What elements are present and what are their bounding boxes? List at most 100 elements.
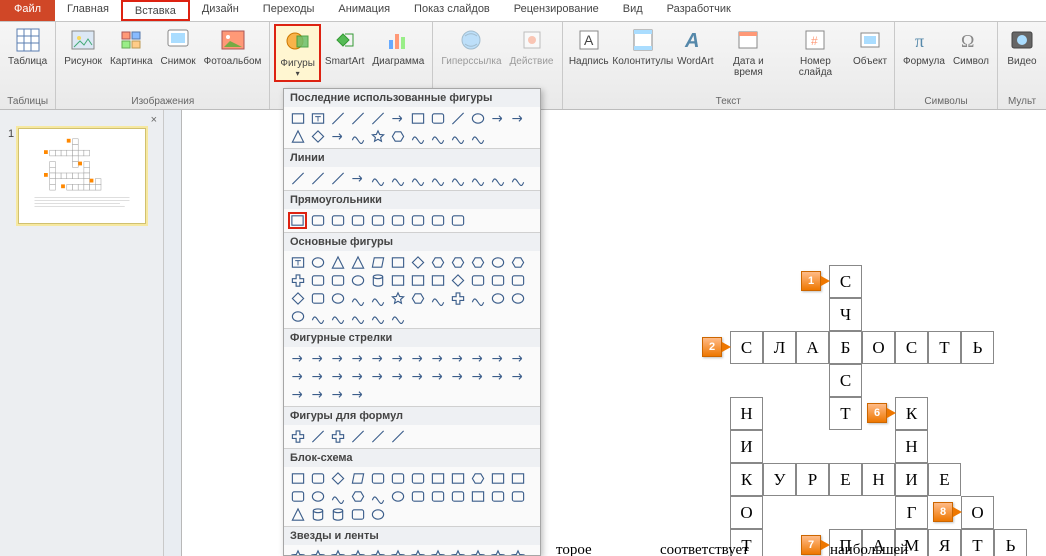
- tab-home[interactable]: Главная: [55, 0, 121, 21]
- shape-option[interactable]: [388, 368, 407, 385]
- shape-option[interactable]: [348, 488, 367, 505]
- shape-option[interactable]: [388, 170, 407, 187]
- shape-option[interactable]: [368, 272, 387, 289]
- shape-option[interactable]: [348, 272, 367, 289]
- shape-option[interactable]: [368, 308, 387, 325]
- shape-option[interactable]: [408, 350, 427, 367]
- shape-option[interactable]: [348, 470, 367, 487]
- shape-option[interactable]: [348, 428, 367, 445]
- shape-option[interactable]: [308, 212, 327, 229]
- shape-option[interactable]: [328, 290, 347, 307]
- shape-option[interactable]: [308, 170, 327, 187]
- tab-design[interactable]: Дизайн: [190, 0, 251, 21]
- shape-option[interactable]: [448, 254, 467, 271]
- tab-slideshow[interactable]: Показ слайдов: [402, 0, 502, 21]
- tab-insert[interactable]: Вставка: [121, 0, 190, 21]
- shape-option[interactable]: [388, 128, 407, 145]
- tab-developer[interactable]: Разработчик: [655, 0, 743, 21]
- shape-option[interactable]: [388, 470, 407, 487]
- shape-option[interactable]: [388, 350, 407, 367]
- shape-option[interactable]: [468, 290, 487, 307]
- shape-option[interactable]: [348, 290, 367, 307]
- shape-option[interactable]: [308, 506, 327, 523]
- shape-option[interactable]: [448, 170, 467, 187]
- shape-option[interactable]: [308, 470, 327, 487]
- shape-option[interactable]: [428, 470, 447, 487]
- shape-option[interactable]: [408, 470, 427, 487]
- shape-option[interactable]: [428, 350, 447, 367]
- shape-option[interactable]: [288, 254, 307, 271]
- shape-option[interactable]: [348, 110, 367, 127]
- btn-table[interactable]: Таблица: [4, 24, 51, 69]
- shape-option[interactable]: [408, 128, 427, 145]
- shape-option[interactable]: [488, 368, 507, 385]
- shape-option[interactable]: [428, 272, 447, 289]
- shape-option[interactable]: [488, 290, 507, 307]
- shape-option[interactable]: [488, 254, 507, 271]
- shape-option[interactable]: [328, 470, 347, 487]
- shape-option[interactable]: [508, 110, 527, 127]
- tab-view[interactable]: Вид: [611, 0, 655, 21]
- shape-option[interactable]: [368, 488, 387, 505]
- shape-option[interactable]: [408, 272, 427, 289]
- shape-option[interactable]: [348, 386, 367, 403]
- shape-option[interactable]: [388, 110, 407, 127]
- shape-option[interactable]: [388, 254, 407, 271]
- btn-slidenum[interactable]: #Номер слайда: [781, 24, 850, 80]
- shape-option[interactable]: [288, 110, 307, 127]
- btn-equation[interactable]: πФормула: [899, 24, 949, 69]
- shape-option[interactable]: [288, 350, 307, 367]
- shape-option[interactable]: [368, 350, 387, 367]
- shape-option[interactable]: [368, 470, 387, 487]
- shape-option[interactable]: [468, 488, 487, 505]
- shape-option[interactable]: [288, 272, 307, 289]
- shape-option[interactable]: [328, 308, 347, 325]
- shape-option[interactable]: [428, 128, 447, 145]
- shape-option[interactable]: [348, 548, 367, 556]
- shape-option[interactable]: [388, 212, 407, 229]
- shape-option[interactable]: [448, 548, 467, 556]
- btn-action[interactable]: Действие: [506, 24, 558, 69]
- btn-hyperlink[interactable]: Гиперссылка: [437, 24, 505, 69]
- tab-animation[interactable]: Анимация: [326, 0, 402, 21]
- shape-option[interactable]: [408, 170, 427, 187]
- shape-option[interactable]: [308, 290, 327, 307]
- shape-option[interactable]: [428, 212, 447, 229]
- btn-picture[interactable]: Рисунок: [60, 24, 106, 69]
- shape-option[interactable]: [348, 128, 367, 145]
- btn-textbox[interactable]: AНадпись: [567, 24, 611, 69]
- shape-option[interactable]: [468, 548, 487, 556]
- shape-option[interactable]: [448, 290, 467, 307]
- shape-option[interactable]: [348, 506, 367, 523]
- shape-option[interactable]: [328, 128, 347, 145]
- btn-symbol[interactable]: ΩСимвол: [949, 24, 993, 69]
- shape-option[interactable]: [488, 272, 507, 289]
- shape-option[interactable]: [308, 308, 327, 325]
- shape-option[interactable]: [288, 488, 307, 505]
- shape-option[interactable]: [308, 254, 327, 271]
- shape-option[interactable]: [468, 128, 487, 145]
- shape-option[interactable]: [448, 110, 467, 127]
- shape-option[interactable]: [448, 128, 467, 145]
- shape-option[interactable]: [448, 368, 467, 385]
- btn-chart[interactable]: Диаграмма: [368, 24, 428, 69]
- shape-option[interactable]: [288, 506, 307, 523]
- shape-option[interactable]: [488, 170, 507, 187]
- shape-option[interactable]: [448, 212, 467, 229]
- tab-transitions[interactable]: Переходы: [251, 0, 327, 21]
- shape-option[interactable]: [368, 212, 387, 229]
- shape-option[interactable]: [408, 212, 427, 229]
- shape-option[interactable]: [308, 488, 327, 505]
- shape-option[interactable]: [328, 170, 347, 187]
- shape-option[interactable]: [488, 548, 507, 556]
- shape-option[interactable]: [328, 368, 347, 385]
- shape-option[interactable]: [408, 488, 427, 505]
- shape-option[interactable]: [488, 470, 507, 487]
- shape-option[interactable]: [468, 110, 487, 127]
- shape-option[interactable]: [388, 290, 407, 307]
- shape-option[interactable]: [508, 350, 527, 367]
- btn-datetime[interactable]: Дата и время: [716, 24, 781, 80]
- shape-option[interactable]: [288, 368, 307, 385]
- shape-option[interactable]: [428, 368, 447, 385]
- btn-screenshot[interactable]: Снимок: [157, 24, 200, 69]
